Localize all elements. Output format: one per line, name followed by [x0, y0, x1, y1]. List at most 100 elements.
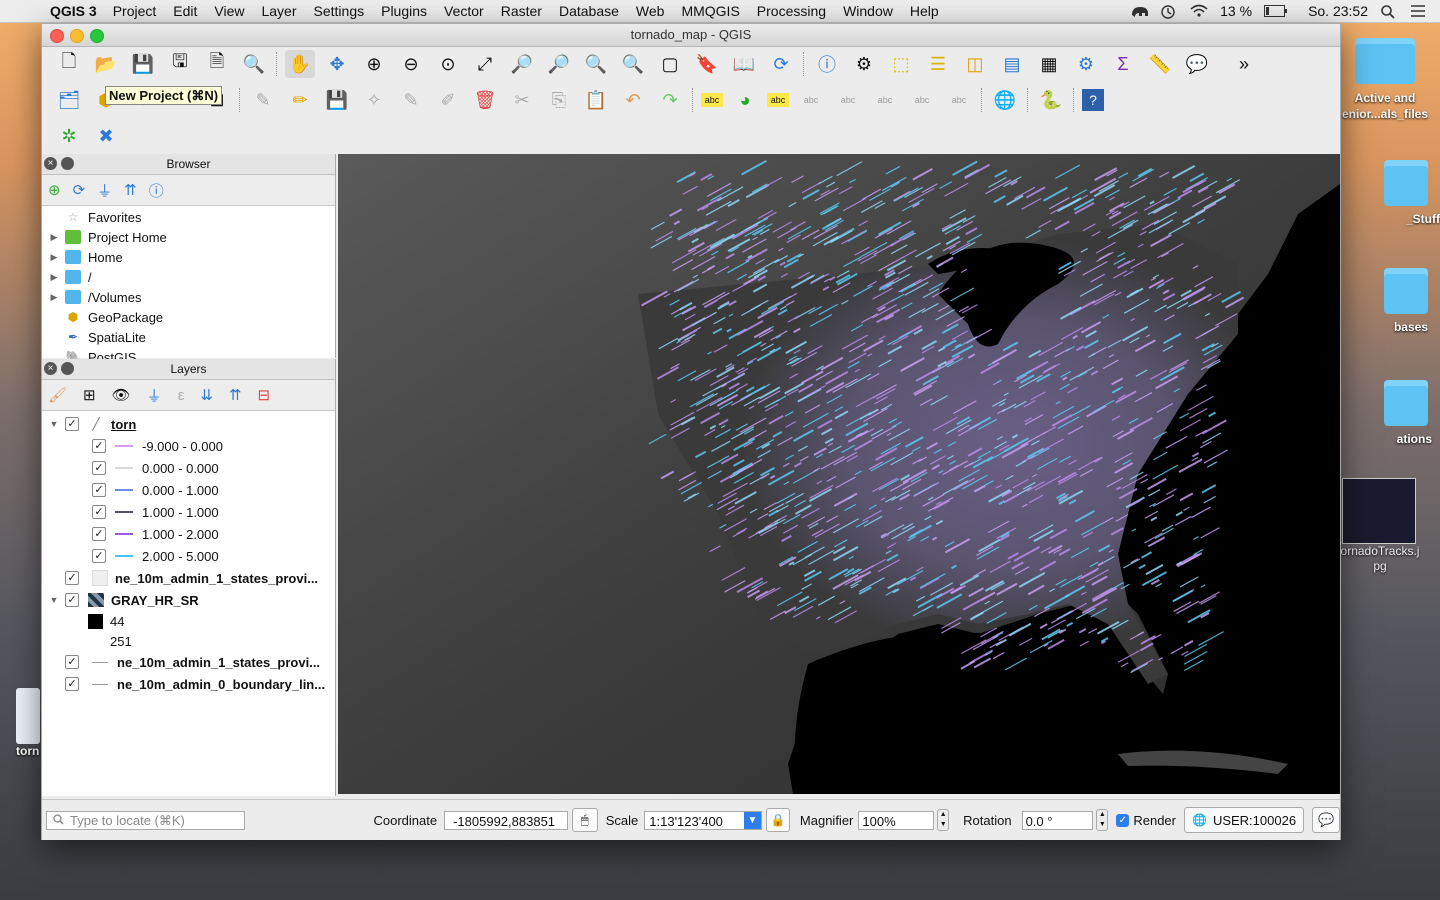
magnifier-field[interactable]: 100% [858, 810, 935, 830]
refresh-icon[interactable]: ⟳ [766, 50, 796, 78]
select-features-icon[interactable]: ⬚ [886, 50, 916, 78]
save-layer-edits-icon[interactable]: 💾 [322, 86, 352, 114]
pan-to-selection-icon[interactable]: ✥ [322, 50, 352, 78]
zoom-in-icon[interactable]: ⊕ [359, 50, 389, 78]
copy-features-icon[interactable]: ⎘ [544, 86, 574, 114]
layer-states-polygons[interactable]: ✓ ne_10m_admin_1_states_provi... [42, 567, 335, 589]
label-tool-icon[interactable]: abc [701, 93, 723, 107]
collapse-all-icon[interactable]: ⇈ [229, 386, 242, 404]
rotation-stepper[interactable]: ▲ ▼ [1096, 809, 1109, 831]
wifi-icon[interactable] [1190, 4, 1208, 18]
pin-unpin-labels-icon[interactable]: abc [796, 86, 826, 114]
vertex-tool-icon[interactable]: ✎ [396, 86, 426, 114]
paste-features-icon[interactable]: 📋 [581, 86, 611, 114]
add-group-icon[interactable]: ⊞ [83, 386, 96, 404]
menu-web[interactable]: Web [636, 3, 665, 19]
collapse-all-icon[interactable]: ⇈ [124, 181, 137, 199]
legend-class-row[interactable]: ✓ 0.000 - 1.000 [42, 479, 335, 501]
attribute-table-icon[interactable]: ▤ [997, 50, 1027, 78]
zoom-last-icon[interactable]: 🔍 [581, 50, 611, 78]
class-visibility-checkbox[interactable]: ✓ [92, 483, 106, 497]
menu-mmqgis[interactable]: MMQGIS [681, 3, 739, 19]
remove-layer-icon[interactable]: ⊟ [258, 386, 271, 404]
show-bookmarks-icon[interactable]: 📖 [729, 50, 759, 78]
style-panel-icon[interactable]: 🖌 [48, 386, 67, 404]
plugin-tool-2-icon[interactable]: ✖ [91, 122, 121, 150]
new-map-view-icon[interactable]: ▢ [655, 50, 685, 78]
legend-class-row[interactable]: ✓ -9.000 - 0.000 [42, 435, 335, 457]
refresh-icon[interactable]: ⟳ [73, 181, 86, 199]
expand-arrow-icon[interactable]: ▶ [49, 232, 59, 243]
expand-arrow-icon[interactable]: ▶ [49, 272, 59, 283]
class-visibility-checkbox[interactable]: ✓ [92, 439, 106, 453]
layer-boundary-lines[interactable]: ✓ ne_10m_admin_0_boundary_lin... [42, 673, 335, 695]
browser-item-volumes[interactable]: ▶/Volumes [42, 287, 335, 307]
layer-visibility-checkbox[interactable]: ✓ [65, 655, 79, 669]
zoom-next-icon[interactable]: 🔍 [618, 50, 648, 78]
magnifier-stepper[interactable]: ▲ ▼ [937, 809, 950, 831]
browser-item-project-home[interactable]: ▶ Project Home [42, 227, 335, 247]
processing-toolbox-icon[interactable]: ⚙ [1071, 50, 1101, 78]
locator-search-input[interactable]: Type to locate (⌘K) [46, 810, 246, 830]
browser-item-home[interactable]: ▶ Home [42, 247, 335, 267]
show-hide-labels-icon[interactable]: abc [833, 86, 863, 114]
diagram-tool-icon[interactable]: ◕ [730, 86, 760, 114]
modify-attributes-icon[interactable]: ✐ [433, 86, 463, 114]
delete-selected-icon[interactable]: 🗑 [470, 86, 500, 114]
cut-features-icon[interactable]: ✂ [507, 86, 537, 114]
elephant-icon[interactable] [1130, 4, 1149, 18]
new-print-layout-icon[interactable]: 🗎 [202, 50, 232, 78]
close-window-button[interactable] [50, 29, 64, 43]
chevron-down-icon[interactable]: ▼ [743, 811, 761, 829]
undo-icon[interactable]: ↶ [618, 86, 648, 114]
menu-vector[interactable]: Vector [444, 3, 484, 19]
rotation-field[interactable]: 0.0 ° [1021, 810, 1094, 830]
desktop-folder-3[interactable]: bases [1340, 268, 1440, 334]
run-feature-action-icon[interactable]: ⚙ [849, 50, 879, 78]
browser-item-spatialite[interactable]: ✒ SpatiaLite [42, 327, 335, 347]
desktop-image-file[interactable]: ornadoTracks.j pg [1338, 478, 1438, 574]
map-canvas[interactable] [338, 154, 1340, 794]
toolbar-overflow-icon[interactable]: » [1229, 50, 1259, 78]
close-panel-icon[interactable]: × [44, 362, 57, 375]
add-selected-layers-icon[interactable]: ⊕ [48, 181, 61, 199]
statistical-summary-icon[interactable]: Σ [1108, 50, 1138, 78]
legend-class-row[interactable]: ✓ 0.000 - 0.000 [42, 457, 335, 479]
layer-visibility-checkbox[interactable]: ✓ [65, 417, 79, 431]
legend-class-row[interactable]: ✓ 2.000 - 5.000 [42, 545, 335, 567]
python-console-icon[interactable]: 🐍 [1036, 86, 1066, 114]
zoom-full-icon[interactable]: ⤢ [470, 50, 500, 78]
collapse-arrow-icon[interactable]: ▼ [49, 595, 59, 605]
deselect-features-icon[interactable]: ◫ [960, 50, 990, 78]
layer-torn[interactable]: ▼ ✓ ╱ torn [42, 413, 335, 435]
zoom-to-layer-icon[interactable]: 🔎 [544, 50, 574, 78]
legend-class-row[interactable]: ✓ 1.000 - 2.000 [42, 523, 335, 545]
zoom-window-button[interactable] [90, 29, 104, 43]
notification-center-icon[interactable] [1410, 4, 1428, 18]
save-project-icon[interactable]: 💾 [128, 50, 158, 78]
menu-database[interactable]: Database [559, 3, 619, 19]
move-label-icon[interactable]: abc [870, 86, 900, 114]
class-visibility-checkbox[interactable]: ✓ [92, 549, 106, 563]
toggle-editing-icon[interactable]: ✏ [285, 86, 315, 114]
layer-visibility-checkbox[interactable]: ✓ [65, 593, 79, 607]
browser-item-postgis[interactable]: 🐘 PostGIS [42, 347, 335, 360]
menu-processing[interactable]: Processing [757, 3, 826, 19]
map-tips-icon[interactable]: 💬 [1182, 50, 1212, 78]
change-label-icon[interactable]: abc [944, 86, 974, 114]
spotlight-search-icon[interactable] [1380, 4, 1398, 19]
messages-icon[interactable]: 💬 [1312, 807, 1340, 833]
redo-icon[interactable]: ↷ [655, 86, 685, 114]
expand-arrow-icon[interactable]: ▶ [49, 252, 59, 263]
menu-settings[interactable]: Settings [314, 3, 365, 19]
menu-layer[interactable]: Layer [261, 3, 296, 19]
desktop-folder-4[interactable]: ations [1340, 380, 1440, 446]
plugin-tool-1-icon[interactable]: ✲ [54, 122, 84, 150]
filter-browser-icon[interactable]: ⏚ [97, 180, 112, 201]
menu-plugins[interactable]: Plugins [381, 3, 427, 19]
data-source-manager-icon[interactable]: 🗂 [54, 86, 84, 114]
layer-states-lines[interactable]: ✓ ne_10m_admin_1_states_provi... [42, 651, 335, 673]
identify-features-icon[interactable]: ⓘ [812, 50, 842, 78]
browser-item-geopackage[interactable]: ⬢ GeoPackage [42, 307, 335, 327]
layer-visibility-checkbox[interactable]: ✓ [65, 571, 79, 585]
